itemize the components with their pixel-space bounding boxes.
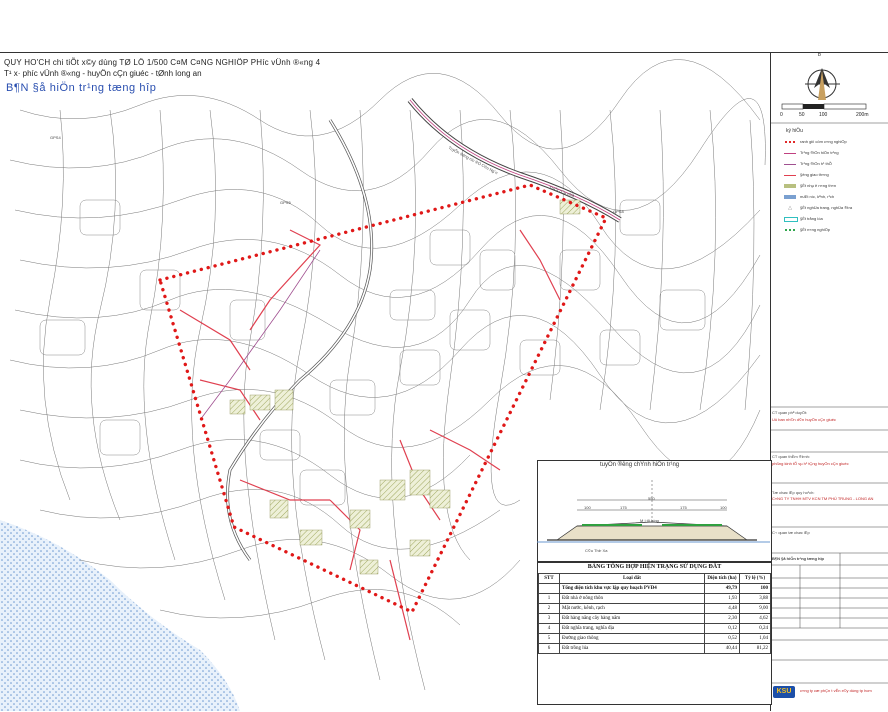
- land-use-table: STT Loại đất Diện tích (ha) Tỷ lệ (%) Tổ…: [538, 573, 771, 654]
- table-row: 2 Mặt nước, kênh, rạch 4,48 9,00: [538, 603, 771, 614]
- total-area: 49,79: [704, 583, 740, 594]
- legend-label: §Êt trång lóa: [800, 216, 823, 221]
- land-use-table-title: BẢNG TỔNG HỢP HIỆN TRẠNG SỬ DỤNG ĐẤT: [587, 564, 722, 570]
- legend-label: §Êt nghÜa trang, nghÜa ®Þa: [800, 205, 853, 210]
- table-row: 1 Đất nhà ở nông thôn 1,93 3,88: [538, 593, 771, 604]
- legend-swatch: [784, 217, 798, 222]
- legend-label: §Êt n«ng nghiÖp: [800, 227, 831, 232]
- section-total-width: 550: [648, 496, 655, 501]
- gps-label: GPS4: [50, 135, 61, 140]
- legend-label: mÆt n­íc, kªnh, r¹ch: [800, 194, 835, 199]
- review-title: CT quan thÈm ®Þnh:: [772, 454, 811, 459]
- planner-title: Tæ chøc lËp quy ho¹ch:: [772, 490, 815, 495]
- drawing-name: B¶N §å hiÖn tr¹ng tæng hîp: [772, 556, 824, 561]
- scale-tick: 0: [780, 112, 783, 118]
- legend-swatch: [784, 175, 796, 176]
- power-line: [199, 249, 321, 421]
- column-header: Diện tích (ha): [704, 573, 740, 584]
- legend-label: Tr¹ng ®iÖn hiÖn tr¹ng: [800, 150, 839, 155]
- org-title: C¬ quan tæ chøc lËp: [772, 530, 810, 535]
- river-area: [0, 520, 240, 711]
- section-width-4: 100: [720, 505, 727, 510]
- legend-swatch: [784, 153, 796, 154]
- review-body: phßng kinh tÕ vµ h¹ tÇng huyÖn cÇn giuéc: [772, 461, 849, 466]
- legend-label: §­êng giao th«ng: [800, 172, 829, 177]
- legend-title: ký hiÖu: [786, 128, 803, 134]
- section-bottom-label: C©u ThÞ Xa: [585, 548, 608, 553]
- company-footer: c«ng ty cæ phÇn t­ vÊn x©y dùng tp hcm: [800, 688, 872, 693]
- internal-roads: [179, 229, 561, 641]
- legend-swatch: △: [788, 205, 792, 211]
- residential-parcels: [229, 199, 581, 575]
- legend-swatch: [784, 228, 796, 232]
- table-header-row: STT Loại đất Diện tích (ha) Tỷ lệ (%): [538, 573, 771, 584]
- section-width-2: 175: [620, 505, 627, 510]
- legend-swatch: [784, 184, 796, 188]
- table-row: 3 Đất hàng năng cây hàng năm 2,30 4,62: [538, 613, 771, 624]
- cross-section-drawing: [537, 480, 770, 543]
- table-row: 4 Đất nghĩa trang, nghĩa địa 0,12 0,24: [538, 623, 771, 634]
- scale-tick: 200m: [856, 112, 869, 118]
- scale-tick: 50: [799, 112, 805, 118]
- company-logo: KSU: [773, 686, 795, 698]
- total-label: Tổng diện tích khu vực lập quy hoạch PVĐ…: [559, 583, 705, 594]
- land-use-table-panel: BẢNG TỔNG HỢP HIỆN TRẠNG SỬ DỤNG ĐẤT STT…: [537, 562, 772, 705]
- approval-body: Uû ban nh©n d©n huyÖn cÇn giuéc: [772, 417, 836, 422]
- approval-title: CT quan phª duyÖt:: [772, 410, 808, 415]
- column-header: Loại đất: [559, 573, 705, 584]
- gps-label: GPS8: [613, 209, 624, 214]
- cross-section-title: tuyÕn ®­êng chÝnh hiÖn tr¹ng: [600, 462, 680, 468]
- legend-label: ranh giíi côm c«ng nghiÖp: [800, 139, 847, 144]
- planner-body: C«NG TY TNHH MTV KCN TM PHÚ TRUNG - LONG…: [772, 496, 874, 501]
- legend-label: §Êt nhµ ë n«ng th«n: [800, 183, 837, 188]
- section-center-label: M¸i tõ h­íng: [640, 518, 659, 523]
- legend-swatch: [784, 164, 796, 165]
- north-label: b: [818, 52, 821, 58]
- section-width-1: 100: [584, 505, 591, 510]
- legend-swatch: [784, 140, 796, 144]
- column-header: Tỷ lệ (%): [739, 573, 771, 584]
- legend-label: Tr¹ng ®iÖn h¹ thÕ: [800, 161, 832, 166]
- scale-tick: 100: [819, 112, 828, 118]
- table-row: 5 Đường giao thông 0,52 1,04: [538, 633, 771, 644]
- total-pct: 100: [739, 583, 771, 594]
- section-width-3: 175: [680, 505, 687, 510]
- gps-label: GPS5: [280, 200, 291, 205]
- legend-swatch: [784, 195, 796, 199]
- column-header: STT: [538, 573, 560, 584]
- table-total-row: Tổng diện tích khu vực lập quy hoạch PVĐ…: [538, 583, 771, 594]
- table-row: 6 Đất trồng lúa 40,44 81,22: [538, 643, 771, 654]
